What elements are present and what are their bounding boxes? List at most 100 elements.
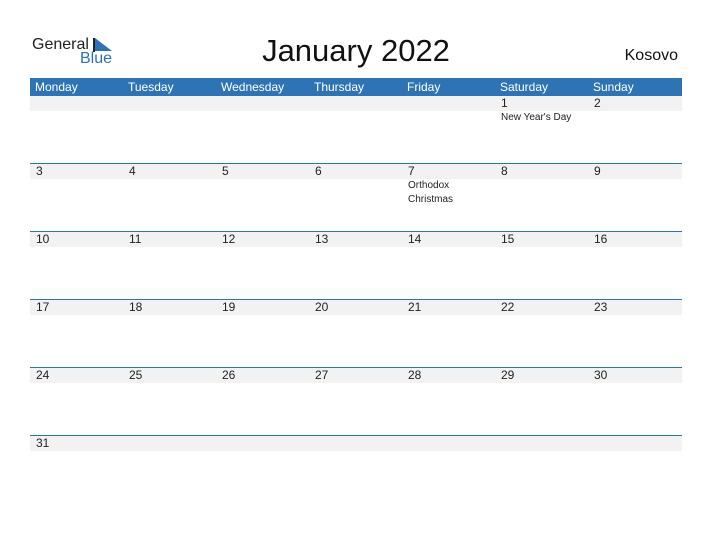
day-number: 28 (408, 368, 422, 382)
day-number (315, 96, 402, 111)
day-number: 20 (315, 300, 329, 314)
day-cell: 17 (30, 300, 123, 315)
day-number (222, 436, 309, 451)
day-number: 7 (408, 164, 415, 178)
day-cell: 13 (309, 232, 402, 247)
day-cell: 1 New Year's Day (495, 96, 588, 125)
day-cell (216, 96, 309, 125)
day-number: 16 (594, 232, 608, 246)
day-cell: 26 (216, 368, 309, 383)
day-number: 26 (222, 368, 236, 382)
day-cell (123, 96, 216, 125)
week-cells: 1 New Year's Day 2 (30, 96, 682, 125)
day-number: 29 (501, 368, 515, 382)
week-row: 31 (30, 435, 682, 503)
day-cell: 12 (216, 232, 309, 247)
week-cells: 17 18 19 20 21 22 23 (30, 300, 682, 315)
day-number: 5 (222, 164, 229, 178)
day-cell: 16 (588, 232, 681, 247)
day-cell: 24 (30, 368, 123, 383)
day-cell: 8 (495, 164, 588, 207)
day-number: 18 (129, 300, 143, 314)
day-number: 15 (501, 232, 515, 246)
day-cell: 10 (30, 232, 123, 247)
week-cells: 3 4 5 6 7 Orthodox Christmas 8 9 (30, 164, 682, 207)
day-number: 24 (36, 368, 50, 382)
day-cell: 30 (588, 368, 681, 383)
day-number: 11 (129, 232, 142, 246)
calendar-grid: Monday Tuesday Wednesday Thursday Friday Satu… (30, 78, 682, 503)
day-cell: 6 (309, 164, 402, 207)
day-cell (588, 436, 681, 451)
day-cell (495, 436, 588, 451)
weekday-sunday: Sunday (593, 80, 634, 94)
week-cells: 10 11 12 13 14 15 16 (30, 232, 682, 247)
day-cell (123, 436, 216, 451)
day-cell: 31 (30, 436, 123, 451)
day-cell: 14 (402, 232, 495, 247)
week-cells: 24 25 26 27 28 29 30 (30, 368, 682, 383)
day-cell: 29 (495, 368, 588, 383)
day-number: 31 (36, 436, 50, 450)
day-number (501, 436, 588, 451)
week-row: 1 New Year's Day 2 (30, 96, 682, 163)
day-cell: 25 (123, 368, 216, 383)
country-label: Kosovo (624, 47, 678, 64)
weekday-monday: Monday (35, 80, 78, 94)
day-number: 6 (315, 164, 322, 178)
day-cell: 21 (402, 300, 495, 315)
week-row: 24 25 26 27 28 29 30 (30, 367, 682, 435)
day-number: 4 (129, 164, 136, 178)
day-number: 19 (222, 300, 236, 314)
day-cell: 18 (123, 300, 216, 315)
day-number (408, 436, 495, 451)
day-number: 17 (36, 300, 50, 314)
weekday-tuesday: Tuesday (128, 80, 174, 94)
day-number (129, 436, 216, 451)
day-cell (402, 96, 495, 125)
day-cell: 3 (30, 164, 123, 207)
week-row: 17 18 19 20 21 22 23 (30, 299, 682, 367)
day-cell: 11 (123, 232, 216, 247)
day-cell (402, 436, 495, 451)
weekday-header: Monday Tuesday Wednesday Thursday Friday Satu… (30, 78, 682, 96)
weeks-container: 1 New Year's Day 2 3 4 5 6 7 Orthodox Christmas 8… (30, 96, 682, 503)
day-cell: 28 (402, 368, 495, 383)
day-number: 22 (501, 300, 515, 314)
day-cell: 19 (216, 300, 309, 315)
day-number: 9 (594, 164, 601, 178)
weekday-saturday: Saturday (500, 80, 549, 94)
holiday-label: New Year's Day (501, 112, 572, 123)
day-number: 13 (315, 232, 329, 246)
week-row: 10 11 12 13 14 15 16 (30, 231, 682, 299)
day-number (594, 436, 681, 451)
calendar-title: January 2022 (262, 33, 450, 68)
day-cell: 15 (495, 232, 588, 247)
day-cell (309, 96, 402, 125)
day-number: 10 (36, 232, 50, 246)
day-number: 23 (594, 300, 608, 314)
day-number: 25 (129, 368, 143, 382)
day-number: 2 (594, 96, 601, 110)
day-number (36, 96, 123, 111)
day-number: 14 (408, 232, 422, 246)
day-number (408, 96, 495, 111)
day-number (222, 96, 309, 111)
day-cell (30, 96, 123, 125)
day-cell: 20 (309, 300, 402, 315)
day-cell: 27 (309, 368, 402, 383)
day-number: 27 (315, 368, 329, 382)
day-number (315, 436, 402, 451)
day-cell (309, 436, 402, 451)
day-cell: 4 (123, 164, 216, 207)
day-cell: 9 (588, 164, 681, 207)
day-cell: 7 Orthodox Christmas (402, 164, 495, 207)
weekday-thursday: Thursday (314, 80, 365, 94)
week-row: 3 4 5 6 7 Orthodox Christmas 8 9 (30, 163, 682, 231)
day-cell: 23 (588, 300, 681, 315)
holiday-label: Orthodox Christmas (408, 180, 454, 205)
day-number: 30 (594, 368, 608, 382)
day-number (129, 96, 216, 111)
day-cell: 22 (495, 300, 588, 315)
day-number: 21 (408, 300, 422, 314)
